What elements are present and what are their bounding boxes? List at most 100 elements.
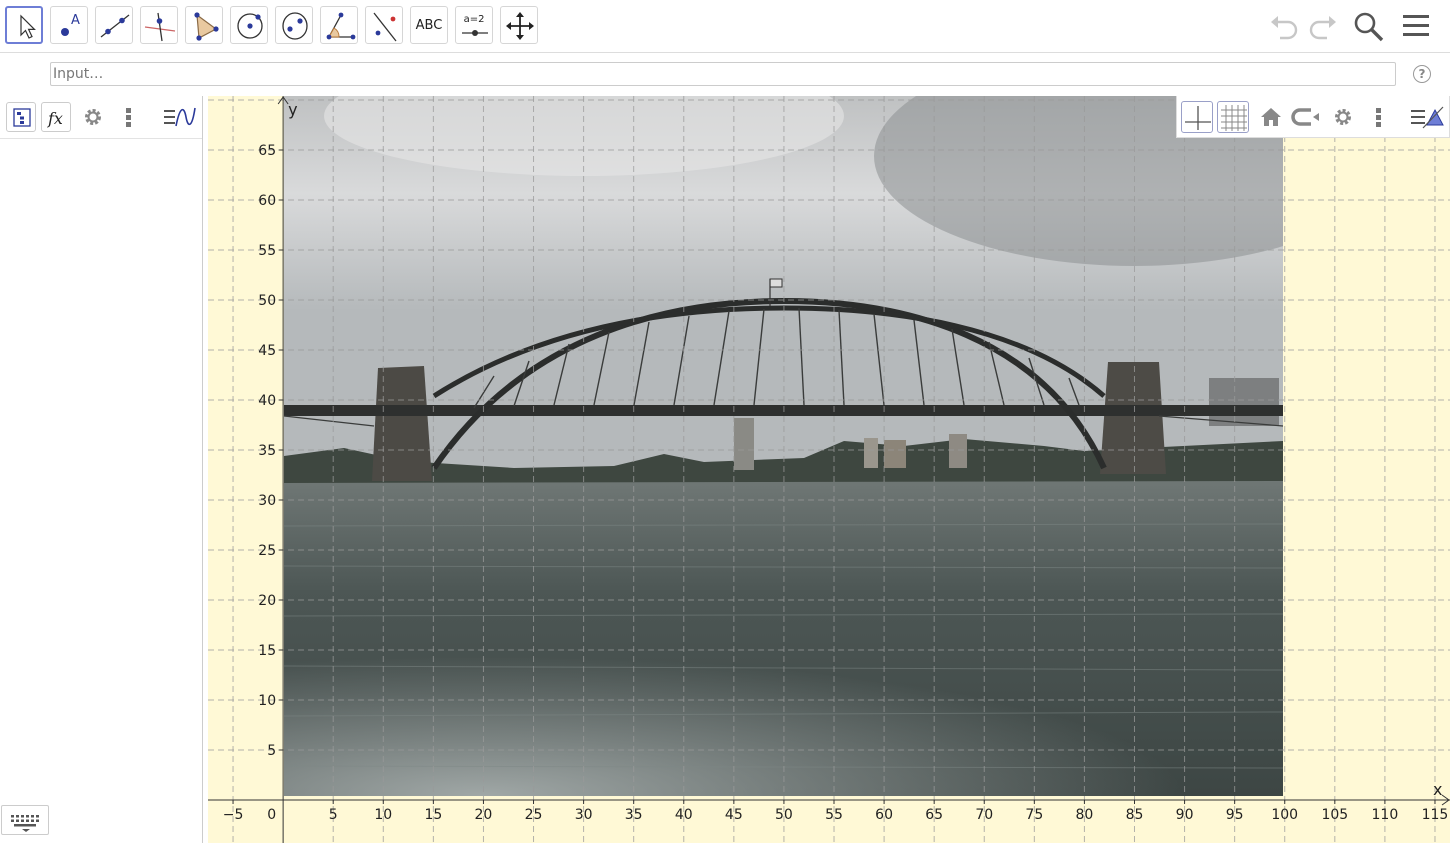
x-tick-label: 105 — [1321, 807, 1348, 823]
x-tick-label: 35 — [625, 807, 643, 823]
svg-text:A: A — [71, 13, 80, 28]
x-tick-label: 45 — [725, 807, 743, 823]
x-tick-label: 115 — [1422, 807, 1449, 823]
line-tool-button[interactable] — [95, 6, 133, 44]
keyboard-button[interactable] — [1, 805, 49, 835]
y-tick-label: 20 — [258, 593, 276, 609]
more-vert-icon — [126, 108, 131, 127]
y-tick-label: 40 — [258, 393, 276, 409]
navigation-bar-button[interactable] — [1289, 101, 1321, 133]
x-tick-label: −5 — [223, 807, 244, 823]
x-tick-label: 5 — [329, 807, 338, 823]
navigation-bar-icon — [1291, 108, 1319, 126]
circle-tool-button[interactable] — [230, 6, 268, 44]
help-icon[interactable]: ? — [1413, 65, 1431, 83]
algebra-more-button[interactable] — [114, 102, 144, 132]
algebra-tree-button[interactable] — [6, 102, 36, 132]
gear-icon — [1335, 109, 1351, 125]
ellipse-tool-button[interactable] — [275, 6, 313, 44]
y-tick-label: 45 — [258, 343, 276, 359]
algebra-view-header: fx — [0, 96, 202, 139]
axes-toggle-button[interactable] — [1181, 101, 1213, 133]
x-tick-label: 90 — [1176, 807, 1194, 823]
text-tool-button[interactable]: ABC — [410, 6, 448, 44]
graphics-view[interactable]: −5 5 10 15 20 25 30 35 40 45 50 55 60 65 70 75 80 85 90 95 1… — [208, 96, 1450, 843]
graphics-settings-button[interactable] — [1327, 101, 1359, 133]
x-tick-label: 20 — [475, 807, 493, 823]
x-tick-label: 50 — [775, 807, 793, 823]
y-tick-label: 25 — [258, 543, 276, 559]
x-tick-label: 95 — [1226, 807, 1244, 823]
input-bar: Input… ? — [0, 53, 1450, 96]
style-bar-toggle-icon — [1411, 106, 1444, 129]
input-field[interactable]: Input… — [50, 62, 1396, 86]
y-tick-label: 5 — [267, 743, 276, 759]
graphics-style-bar — [1176, 96, 1450, 138]
reflect-tool-button[interactable] — [365, 6, 403, 44]
x-tick-label: 55 — [825, 807, 843, 823]
algebra-settings-button[interactable] — [78, 102, 108, 132]
polygon-tool-button[interactable] — [185, 6, 223, 44]
grid-toggle-button[interactable] — [1217, 101, 1249, 133]
x-tick-label: 10 — [374, 807, 392, 823]
style-bar-toggle-button[interactable] — [1409, 101, 1444, 133]
fx-button[interactable]: fx — [41, 102, 71, 132]
text-tool-label: ABC — [415, 17, 443, 33]
svg-text:fx: fx — [47, 109, 63, 128]
x-tick-label: 70 — [975, 807, 993, 823]
slider-tool-button[interactable]: a=2 — [455, 6, 493, 44]
gear-icon — [85, 109, 101, 125]
algebra-tree-icon — [13, 108, 31, 127]
move-graphics-view-tool-button[interactable] — [500, 6, 538, 44]
main-toolbar: A ABC a=2 — [0, 0, 1450, 53]
angle-icon — [326, 12, 356, 40]
y-axis-label: y — [288, 100, 297, 119]
move-arrows-icon — [506, 12, 534, 40]
x-tick-label: 30 — [575, 807, 593, 823]
more-vert-icon — [1376, 108, 1381, 127]
x-tick-label: 65 — [925, 807, 943, 823]
algebra-view: fx — [0, 96, 203, 843]
x-tick-label: 80 — [1075, 807, 1093, 823]
search-icon[interactable] — [1352, 10, 1386, 44]
y-tick-label: 65 — [258, 143, 276, 159]
grid-toggle-icon — [1221, 105, 1247, 131]
keyboard-icon — [11, 815, 39, 832]
x-tick-label: 40 — [675, 807, 693, 823]
line-icon — [100, 14, 130, 38]
slider-icon — [462, 30, 488, 36]
axes-grid: −5 5 10 15 20 25 30 35 40 45 50 55 60 65 70 75 80 85 90 95 1… — [208, 96, 1450, 843]
x-tick-label: 100 — [1271, 807, 1298, 823]
y-tick-label: 50 — [258, 293, 276, 309]
y-tick-label: 60 — [258, 193, 276, 209]
x-tick-label: 60 — [875, 807, 893, 823]
x-tick-label: 15 — [424, 807, 442, 823]
y-tick-label: 35 — [258, 443, 276, 459]
graph-toggle-icon — [164, 107, 196, 127]
graphics-more-button[interactable] — [1363, 101, 1395, 133]
x-tick-label: 75 — [1025, 807, 1043, 823]
perpendicular-line-icon — [144, 12, 176, 42]
point-tool-button[interactable]: A — [50, 6, 88, 44]
x-tick-label: 25 — [525, 807, 543, 823]
x-tick-label: 85 — [1126, 807, 1144, 823]
origin-label: 0 — [267, 807, 276, 823]
home-icon — [1261, 108, 1281, 126]
undo-icon[interactable] — [1268, 10, 1302, 42]
angle-tool-button[interactable] — [320, 6, 358, 44]
y-tick-label: 30 — [258, 493, 276, 509]
ellipse-icon — [282, 12, 308, 40]
fx-icon: fx — [47, 109, 63, 128]
redo-icon[interactable] — [1305, 10, 1339, 42]
x-axis-label: x — [1433, 780, 1442, 799]
standard-view-button[interactable] — [1255, 101, 1287, 133]
move-tool-button[interactable] — [5, 6, 43, 44]
x-tick-label: 110 — [1372, 807, 1399, 823]
perpendicular-line-tool-button[interactable] — [140, 6, 178, 44]
graph-toggle-button[interactable] — [162, 102, 196, 132]
axes-toggle-icon — [1185, 106, 1211, 130]
y-tick-label: 55 — [258, 243, 276, 259]
y-tick-label: 10 — [258, 693, 276, 709]
y-tick-label: 15 — [258, 643, 276, 659]
menu-icon[interactable] — [1400, 10, 1434, 42]
